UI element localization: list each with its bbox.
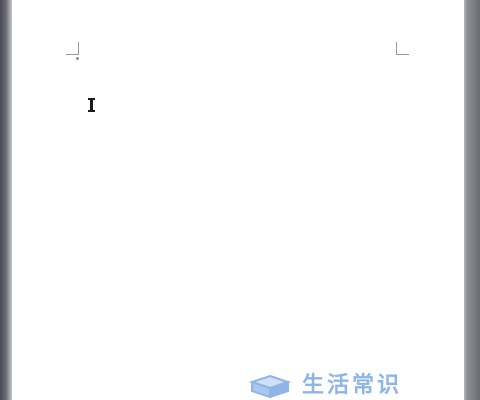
watermark-text: 生活常识 — [302, 373, 403, 398]
cube-icon — [248, 374, 292, 398]
top-left-margin-corner-mark — [66, 42, 79, 55]
document-workspace: 生活常识 — [0, 0, 480, 400]
watermark: 生活常识 — [248, 372, 402, 400]
text-insertion-cursor — [88, 98, 95, 112]
paragraph-mark-icon — [76, 57, 79, 60]
right-window-edge — [464, 0, 480, 400]
top-right-margin-corner-mark — [396, 42, 409, 55]
document-page[interactable] — [12, 0, 464, 400]
